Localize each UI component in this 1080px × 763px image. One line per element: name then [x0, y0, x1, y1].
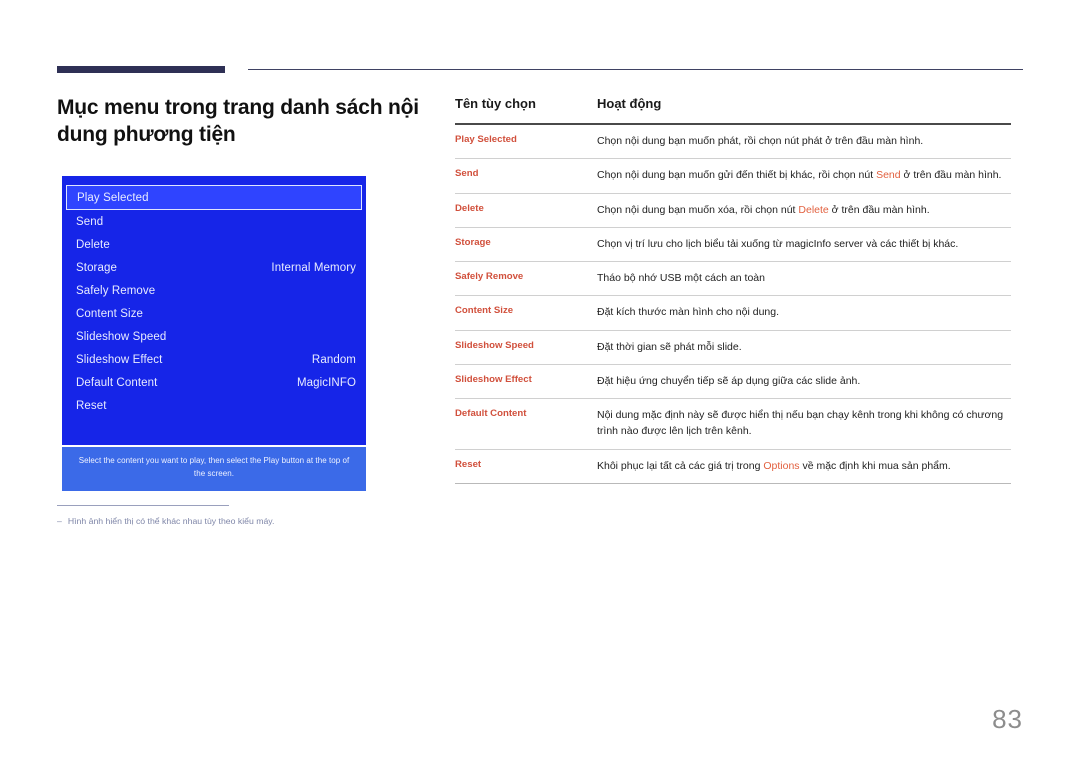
- tv-menu-item-delete[interactable]: Delete: [62, 233, 366, 256]
- table-row: Default Content Nội dung mặc định này sẽ …: [455, 398, 1011, 450]
- table-row: Reset Khôi phục lại tất cả các giá trị tr…: [455, 449, 1011, 484]
- tv-menu-panel: Play Selected Send Delete Storage Internal M…: [62, 176, 366, 445]
- table-row: Play Selected Chọn nội dung bạn muốn phát…: [455, 124, 1011, 160]
- tv-menu-list: Play Selected Send Delete Storage Internal M…: [62, 185, 366, 417]
- description-text: Chọn vị trí lưu cho lịch biểu tải xuống …: [597, 237, 959, 250]
- tv-menu-item-label: Storage: [76, 261, 117, 274]
- table-row: Safely Remove Tháo bộ nhớ USB một cách an…: [455, 261, 1011, 297]
- tv-menu-item-storage[interactable]: Storage Internal Memory: [62, 256, 366, 279]
- column-header-option-name: Tên tùy chọn: [455, 96, 536, 111]
- table-row: Delete Chọn nội dung bạn muốn xóa, rồi ch…: [455, 193, 1011, 228]
- tv-menu-item-label: Default Content: [76, 376, 158, 389]
- header-rule-thin: [248, 69, 1023, 70]
- column-header-operation: Hoạt động: [597, 96, 662, 111]
- option-description-cell: Đặt hiệu ứng chuyển tiếp sẽ áp dụng giữa…: [597, 364, 1011, 400]
- footnote-text: Hình ảnh hiển thị có thể khác nhau tùy t…: [67, 516, 275, 526]
- option-name-cell: Send: [455, 158, 597, 194]
- option-name-cell: Slideshow Speed: [455, 330, 597, 365]
- footnote: ‒ Hình ảnh hiển thị có thể khác nhau tùy…: [57, 515, 397, 527]
- table-row: Content Size Đặt kích thước màn hình cho …: [455, 295, 1011, 331]
- tv-menu-item-label: Play Selected: [77, 191, 149, 204]
- description-text: Đặt thời gian sẽ phát mỗi slide.: [597, 340, 742, 353]
- description-text: về mặc định khi mua sản phẩm.: [799, 459, 951, 472]
- tv-menu-item-value: Random: [311, 353, 356, 366]
- description-text: Nội dung mặc định này sẽ được hiển thị n…: [597, 409, 1004, 438]
- option-description-cell: Chọn vị trí lưu cho lịch biểu tải xuống …: [597, 227, 1011, 263]
- tv-menu-item-content-size[interactable]: Content Size: [62, 302, 366, 325]
- tv-menu-item-reset[interactable]: Reset: [62, 394, 366, 417]
- highlighted-term: Send: [876, 169, 901, 182]
- option-name-cell: Play Selected: [455, 124, 597, 160]
- page-title: Mục menu trong trang danh sách nội dung …: [57, 96, 419, 146]
- highlighted-term: Options: [763, 459, 800, 472]
- option-name-cell: Default Content: [455, 398, 597, 450]
- option-name-cell: Safely Remove: [455, 261, 597, 297]
- option-description-cell: Chọn nội dung bạn muốn xóa, rồi chọn nút…: [597, 193, 1011, 228]
- description-text: Đặt kích thước màn hình cho nội dung.: [597, 306, 780, 319]
- tv-menu-item-label: Content Size: [76, 307, 144, 320]
- tv-menu-item-default-content[interactable]: Default Content MagicINFO: [62, 371, 366, 394]
- footnote-dash: ‒: [57, 516, 62, 526]
- option-description-cell: Tháo bộ nhớ USB một cách an toàn: [597, 261, 1011, 297]
- tv-menu-item-safely-remove[interactable]: Safely Remove: [62, 279, 366, 302]
- tv-menu-item-slideshow-effect[interactable]: Slideshow Effect Random: [62, 348, 366, 371]
- table-row: Slideshow Speed Đặt thời gian sẽ phát mỗi…: [455, 330, 1011, 365]
- page-number: 83: [992, 704, 1023, 734]
- description-text: Khôi phục lại tất cả các giá trị trong: [597, 459, 764, 472]
- option-description-cell: Đặt thời gian sẽ phát mỗi slide.: [597, 330, 1011, 365]
- option-description-cell: Chọn nội dung bạn muốn gửi đến thiết bị …: [597, 158, 1011, 194]
- option-description-cell: Đặt kích thước màn hình cho nội dung.: [597, 295, 1011, 331]
- description-text: ở trên đầu màn hình.: [900, 169, 1002, 182]
- option-description-cell: Chọn nội dung bạn muốn phát, rồi chọn nú…: [597, 124, 1011, 160]
- header-rule-thick: [57, 66, 225, 73]
- tv-menu-item-label: Slideshow Speed: [76, 330, 167, 343]
- tv-menu-item-value: Internal Memory: [271, 261, 356, 274]
- description-text: Đặt hiệu ứng chuyển tiếp sẽ áp dụng giữa…: [597, 374, 861, 387]
- options-table-body: Play Selected Chọn nội dung bạn muốn phát…: [455, 124, 1011, 484]
- tv-menu-item-value: MagicINFO: [296, 376, 356, 389]
- left-column: Mục menu trong trang danh sách nội dung …: [57, 95, 447, 149]
- tv-menu-item-label: Slideshow Effect: [76, 353, 163, 366]
- tv-menu-item-label: Safely Remove: [76, 284, 156, 297]
- options-table-wrapper: Tên tùy chọn Hoạt động Play Selected Chọn…: [455, 96, 1011, 484]
- option-name-cell: Content Size: [455, 295, 597, 331]
- option-description-cell: Nội dung mặc định này sẽ được hiển thị n…: [597, 398, 1011, 450]
- footnote-block: ‒ Hình ảnh hiển thị có thể khác nhau tùy…: [57, 505, 397, 527]
- highlighted-term: Delete: [798, 203, 829, 216]
- tv-menu-item-label: Delete: [76, 238, 110, 251]
- footnote-rule: [57, 505, 229, 506]
- option-name-cell: Storage: [455, 227, 597, 263]
- description-text: Chọn nội dung bạn muốn phát, rồi chọn nú…: [597, 135, 924, 147]
- option-description-cell: Khôi phục lại tất cả các giá trị trong O…: [597, 449, 1011, 484]
- table-row: Send Chọn nội dung bạn muốn gửi đến thiết…: [455, 158, 1011, 194]
- tv-menu-item-send[interactable]: Send: [62, 210, 366, 233]
- tv-menu-item-play-selected[interactable]: Play Selected: [66, 185, 362, 210]
- description-text: Tháo bộ nhớ USB một cách an toàn: [597, 272, 765, 285]
- description-text: Chọn nội dung bạn muốn xóa, rồi chọn nút: [597, 203, 799, 216]
- tv-menu-item-label: Reset: [76, 399, 107, 412]
- option-name-cell: Delete: [455, 193, 597, 228]
- tv-menu-item-slideshow-speed[interactable]: Slideshow Speed: [62, 325, 366, 348]
- tv-menu-caption: Select the content you want to play, the…: [62, 447, 366, 491]
- options-table: Tên tùy chọn Hoạt động Play Selected Chọn…: [455, 96, 1011, 484]
- options-table-head: Tên tùy chọn Hoạt động: [455, 96, 1011, 124]
- description-text: Chọn nội dung bạn muốn gửi đến thiết bị …: [597, 169, 877, 182]
- table-row: Slideshow Effect Đặt hiệu ứng chuyển tiếp…: [455, 364, 1011, 400]
- table-row: Storage Chọn vị trí lưu cho lịch biểu tải…: [455, 227, 1011, 263]
- option-name-cell: Slideshow Effect: [455, 364, 597, 400]
- table-header-row: Tên tùy chọn Hoạt động: [455, 96, 1011, 124]
- description-text: ở trên đầu màn hình.: [828, 203, 930, 216]
- tv-menu-item-label: Send: [76, 215, 104, 228]
- option-name-cell: Reset: [455, 449, 597, 484]
